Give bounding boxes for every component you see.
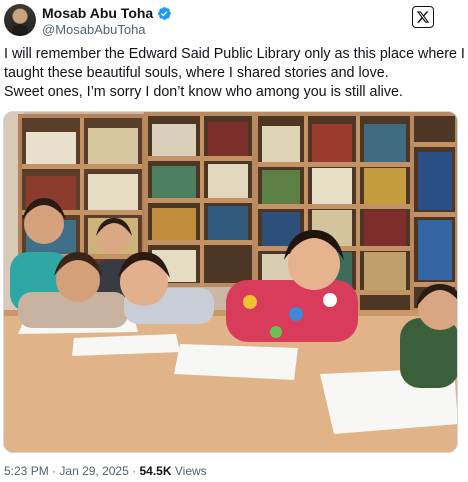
views-count[interactable]: 54.5K xyxy=(139,464,171,478)
tweet-footer: 5:23 PM · Jan 29, 2025 · 54.5K Views xyxy=(4,464,207,478)
author-name-row: Mosab Abu Toha xyxy=(42,5,172,21)
avatar[interactable] xyxy=(4,4,36,36)
tweet-header: Mosab Abu Toha @MosabAbuToha xyxy=(0,0,468,42)
x-logo-icon[interactable] xyxy=(412,6,434,28)
tweet-text-line: taught these beautiful souls, where I sh… xyxy=(4,65,389,81)
author-handle[interactable]: @MosabAbuToha xyxy=(42,22,146,37)
verified-badge-icon xyxy=(158,6,172,20)
footer-separator: · xyxy=(52,464,57,478)
tweet-text-line: I will remember the Edward Said Public L… xyxy=(4,46,465,62)
tweet-time[interactable]: 5:23 PM xyxy=(4,464,49,478)
tweet-text: I will remember the Edward Said Public L… xyxy=(4,45,465,102)
x-glyph-icon xyxy=(416,11,430,23)
views-label: Views xyxy=(174,464,207,478)
footer-separator: · xyxy=(132,464,137,478)
tweet-photo[interactable] xyxy=(3,111,458,453)
tweet-date[interactable]: Jan 29, 2025 xyxy=(59,464,128,478)
author-display-name[interactable]: Mosab Abu Toha xyxy=(42,5,153,21)
library-scene-illustration xyxy=(4,112,457,452)
tweet-text-line: Sweet ones, I’m sorry I don’t know who a… xyxy=(4,84,403,100)
